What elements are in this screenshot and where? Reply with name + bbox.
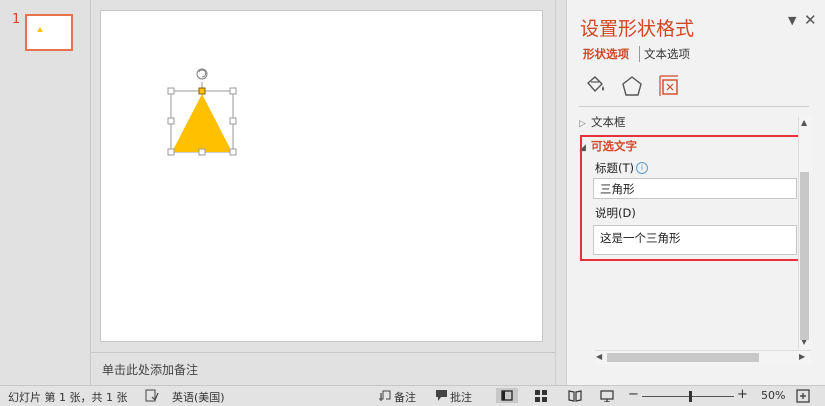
slide-info: 幻灯片 第 1 张，共 1 张 — [8, 391, 128, 404]
pane-options-icon[interactable]: ▼ — [788, 14, 796, 27]
zoom-in-icon[interactable]: + — [737, 387, 748, 402]
normal-view-button[interactable] — [496, 388, 518, 403]
resize-handle — [229, 117, 237, 125]
section-textbox[interactable]: ▷ 文本框 — [579, 114, 626, 130]
adjust-handle — [198, 87, 206, 95]
tab-separator — [639, 46, 640, 62]
slide-show-icon[interactable] — [600, 389, 614, 402]
comments-icon — [436, 390, 447, 401]
slide-thumbnails-panel: 1 — [0, 0, 91, 385]
section-textbox-label: 文本框 — [591, 115, 626, 129]
slide-sorter-icon[interactable] — [535, 390, 547, 402]
shape-selection[interactable] — [101, 11, 542, 341]
zoom-slider[interactable] — [642, 396, 734, 397]
slide-canvas[interactable] — [100, 10, 543, 342]
notes-icon — [379, 390, 391, 401]
zoom-out-icon[interactable]: − — [628, 387, 639, 402]
resize-handle — [229, 87, 237, 95]
size-properties-icon[interactable] — [656, 74, 682, 98]
proofing-icon[interactable] — [145, 389, 159, 402]
tab-shape-options[interactable]: 形状选项 — [583, 46, 629, 62]
notes-placeholder: 单击此处添加备注 — [102, 363, 199, 377]
zoom-slider-thumb[interactable] — [689, 391, 692, 402]
pane-horizontal-scroll-thumb[interactable] — [607, 353, 759, 362]
scroll-right-icon[interactable]: ▶ — [799, 352, 805, 361]
expand-arrow-icon: ▷ — [579, 119, 586, 129]
status-bar: 幻灯片 第 1 张，共 1 张 英语(美国) 备注 批注 − + 50% — [0, 385, 825, 406]
notes-button[interactable]: 备注 — [394, 389, 416, 405]
format-shape-pane: 设置形状格式 ▼ ✕ 形状选项 文本选项 ▷ 文本框 ◢ 可选文字 标题(T) i … — [566, 0, 825, 385]
slide-editor: 单击此处添加备注 — [91, 0, 566, 386]
zoom-level[interactable]: 50% — [761, 389, 785, 402]
fit-to-window-icon[interactable] — [796, 389, 810, 403]
resize-handle — [167, 148, 175, 156]
pane-divider — [579, 106, 809, 107]
notes-area[interactable]: 单击此处添加备注 — [91, 352, 566, 386]
pane-title: 设置形状格式 — [580, 18, 695, 40]
slide-thumbnail[interactable] — [25, 14, 73, 51]
pane-vertical-scroll-thumb[interactable] — [800, 172, 809, 340]
resize-handle — [167, 117, 175, 125]
thumbnail-triangle-shape — [37, 27, 43, 32]
resize-handle — [167, 87, 175, 95]
comments-button[interactable]: 批注 — [450, 389, 472, 405]
resize-handle — [198, 148, 206, 156]
tab-text-options[interactable]: 文本选项 — [644, 46, 690, 62]
scroll-up-icon[interactable]: ▲ — [801, 118, 807, 127]
scroll-left-icon[interactable]: ◀ — [596, 352, 602, 361]
effects-icon[interactable] — [619, 74, 645, 98]
triangle-shape — [172, 94, 232, 152]
highlight-box — [580, 135, 802, 261]
slide-number: 1 — [12, 12, 21, 27]
close-icon[interactable]: ✕ — [804, 11, 817, 29]
resize-handle — [229, 148, 237, 156]
normal-view-icon — [501, 390, 513, 401]
reading-view-icon[interactable] — [568, 389, 582, 402]
language[interactable]: 英语(美国) — [172, 389, 225, 405]
fill-line-icon[interactable] — [582, 74, 608, 98]
